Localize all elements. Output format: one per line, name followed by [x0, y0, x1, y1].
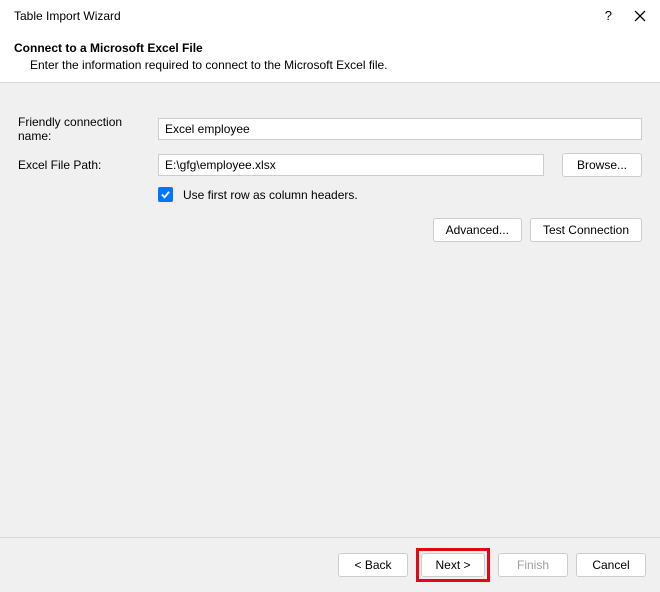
aux-buttons: Advanced... Test Connection [18, 218, 642, 242]
file-path-label: Excel File Path: [18, 158, 158, 172]
file-path-row: Excel File Path: Browse... [18, 153, 642, 177]
finish-button: Finish [498, 553, 568, 577]
title-bar: Table Import Wizard ? [0, 0, 660, 29]
back-button[interactable]: < Back [338, 553, 408, 577]
footer-bar: < Back Next > Finish Cancel [0, 538, 660, 592]
next-button[interactable]: Next > [421, 553, 485, 577]
next-highlight: Next > [416, 548, 490, 582]
header-checkbox-row: Use first row as column headers. [158, 187, 642, 202]
page-title: Connect to a Microsoft Excel File [14, 41, 646, 55]
first-row-headers-label: Use first row as column headers. [183, 188, 358, 202]
browse-button[interactable]: Browse... [562, 153, 642, 177]
window-title: Table Import Wizard [14, 9, 121, 23]
test-connection-button[interactable]: Test Connection [530, 218, 642, 242]
file-path-input[interactable] [158, 154, 544, 176]
friendly-name-label: Friendly connection name: [18, 115, 158, 143]
advanced-button[interactable]: Advanced... [433, 218, 522, 242]
friendly-name-input[interactable] [158, 118, 642, 140]
title-buttons: ? [605, 8, 646, 23]
page-description: Enter the information required to connec… [14, 58, 646, 72]
header-section: Connect to a Microsoft Excel File Enter … [0, 29, 660, 83]
close-icon[interactable] [634, 10, 646, 22]
friendly-name-row: Friendly connection name: [18, 115, 642, 143]
form-area: Friendly connection name: Excel File Pat… [0, 83, 660, 538]
help-icon[interactable]: ? [605, 8, 612, 23]
first-row-headers-checkbox[interactable] [158, 187, 173, 202]
cancel-button[interactable]: Cancel [576, 553, 646, 577]
